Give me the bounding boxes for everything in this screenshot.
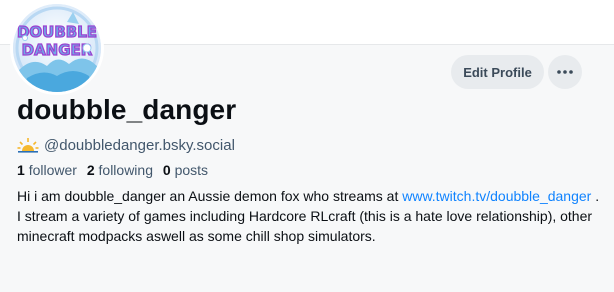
posts-count: 0 [162,162,171,178]
followers-label: follower [28,162,77,178]
handle[interactable]: @doubbledanger.bsky.social [44,137,235,154]
twitch-link[interactable]: www.twitch.tv/doubble_danger [402,188,591,204]
avatar-image: DOUBBLE DANGER [13,4,101,92]
avatar-text-line2: DANGER [22,41,93,59]
followers-count: 1 [17,162,25,178]
more-options-button[interactable] [548,55,582,89]
following-count: 2 [86,162,95,178]
ellipsis-icon [557,70,573,74]
followers-stat[interactable]: 1 follower [17,162,77,178]
avatar[interactable]: DOUBBLE DANGER [10,1,104,95]
profile-bio: Hi i am doubble_danger an Aussie demon f… [17,186,602,246]
avatar-text-line1: DOUBBLE [17,23,97,41]
display-name: doubble_danger [17,94,237,125]
profile-stats: 1 follower 2 following 0 posts [17,162,214,178]
following-label: following [98,162,153,178]
bio-text-before-link: Hi i am doubble_danger an Aussie demon f… [17,188,403,204]
following-stat[interactable]: 2 following [87,162,153,178]
posts-label: posts [174,162,209,178]
posts-stat: 0 posts [163,162,208,178]
edit-profile-button[interactable]: Edit Profile [451,55,544,89]
handle-row: @doubbledanger.bsky.social [17,135,235,155]
sun-icon [17,138,39,153]
profile-page: DOUBBLE DANGER Edit Profile doubble_dang… [0,0,614,292]
